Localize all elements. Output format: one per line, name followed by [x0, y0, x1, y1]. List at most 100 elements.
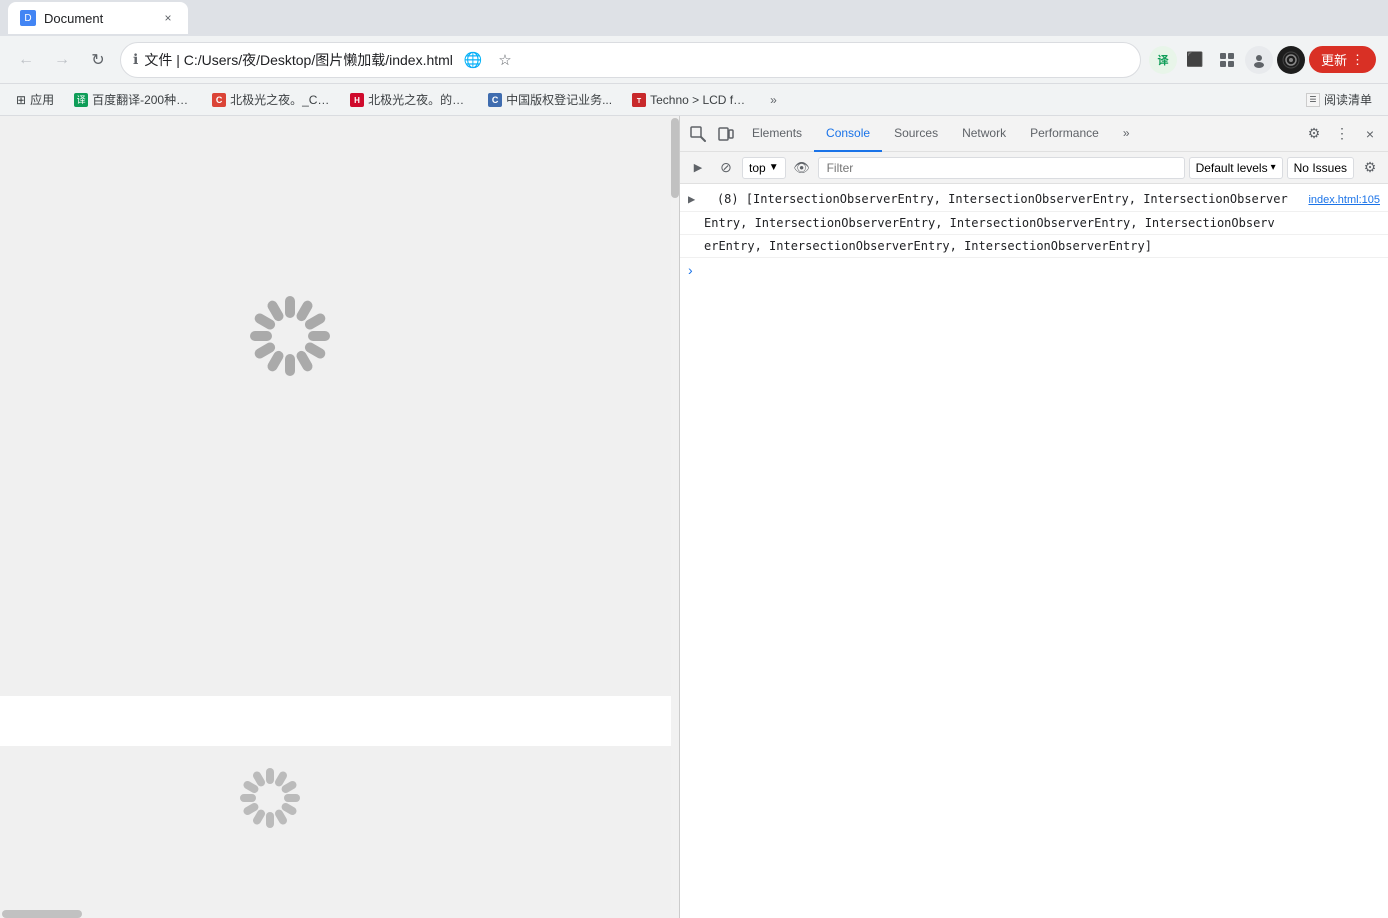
url-security-icon: ℹ [133, 51, 138, 68]
reload-icon: ↻ [91, 50, 104, 70]
tab-bar: D Document × [0, 0, 1388, 36]
huawei-bm-icon: H [350, 93, 364, 107]
console-filter-block-btn[interactable]: ⊘ [714, 156, 738, 180]
extensions-mgr-btn[interactable] [1213, 46, 1241, 74]
bookmark-translate[interactable]: 译 百度翻译-200种语... [66, 89, 200, 110]
translate-ext-btn[interactable]: 译 [1149, 46, 1177, 74]
webpage-top-section [0, 116, 679, 696]
context-arrow: ▼ [769, 162, 779, 173]
scrollbar-thumb[interactable] [671, 118, 679, 198]
reload-button[interactable]: ↻ [84, 46, 112, 74]
default-levels-btn[interactable]: Default levels ▾ [1189, 157, 1283, 179]
update-button[interactable]: 更新 ⋮ [1309, 46, 1376, 73]
devtools-tab-elements[interactable]: Elements [740, 116, 814, 152]
log-continuation-text-1: Entry, IntersectionObserverEntry, Inters… [704, 214, 1380, 232]
loading-spinner-2 [240, 768, 300, 828]
console-prompt-icon: › [688, 262, 693, 278]
close-icon: × [1366, 126, 1374, 142]
apps-grid-icon: ⊞ [16, 93, 26, 107]
tab-close-btn[interactable]: × [160, 10, 176, 26]
csdn-bm-icon: C [212, 93, 226, 107]
console-log-line: ▶ (8) [IntersectionObserverEntry, Inters… [680, 188, 1388, 212]
bookmark-btn[interactable]: ☆ [491, 46, 519, 74]
console-secondary-toolbar: ▶ ⊘ top ▼ 👁 Default levels ▾ No Issues ⚙ [680, 152, 1388, 184]
devtools-tab-more[interactable]: » [1111, 116, 1142, 152]
bookmark-huawei-blog[interactable]: H 北极光之夜。的博客 [342, 89, 476, 110]
devtools-close-btn[interactable]: × [1356, 120, 1384, 148]
main-area: Elements Console Sources Network Perform… [0, 116, 1388, 918]
more-icon: ⋮ [1335, 125, 1349, 142]
console-log-continuation-2: erEntry, IntersectionObserverEntry, Inte… [680, 235, 1388, 258]
webpage-area [0, 116, 680, 918]
svg-text:H: H [354, 96, 360, 105]
bookmark-beiji-csdn[interactable]: C 北极光之夜。_CSD... [204, 89, 338, 110]
console-prompt-line[interactable]: › [680, 258, 1388, 282]
console-filter-input[interactable] [818, 157, 1185, 179]
bookmark-copyright[interactable]: C 中国版权登记业务... [480, 89, 620, 110]
no-issues-label: No Issues [1294, 161, 1347, 175]
expand-arrow[interactable]: ▶ [688, 192, 695, 206]
translate-bm-icon: 译 [74, 93, 88, 107]
context-value: top [749, 161, 766, 175]
console-settings-btn[interactable]: ⚙ [1358, 156, 1382, 180]
device-toolbar-btn[interactable] [712, 120, 740, 148]
webpage-bottom-section [0, 746, 679, 918]
more-bookmarks-icon: » [770, 93, 777, 107]
default-levels-label: Default levels [1196, 161, 1268, 175]
devtools-settings-btn[interactable]: ⚙ [1300, 120, 1328, 148]
back-button[interactable]: ← [12, 46, 40, 74]
scrollbar-corner [671, 910, 679, 918]
webpage-horizontal-scrollbar[interactable] [0, 910, 671, 918]
address-bar: ← → ↻ ℹ 文件 | C:/Users/夜/Desktop/图片懒加载/in… [0, 36, 1388, 84]
console-execute-btn[interactable]: ▶ [686, 156, 710, 180]
filmic-ext-btn[interactable] [1277, 46, 1305, 74]
forward-button[interactable]: → [48, 46, 76, 74]
bookmark-reading-list[interactable]: ☰ 阅读清单 [1298, 89, 1380, 110]
console-log-text: ▶ (8) [IntersectionObserverEntry, Inters… [688, 190, 1308, 208]
no-issues-btn[interactable]: No Issues [1287, 157, 1354, 179]
bookmark-techno[interactable]: T Techno > LCD fon... [624, 91, 758, 109]
log-content-1: (8) [IntersectionObserverEntry, Intersec… [717, 192, 1288, 206]
context-selector[interactable]: top ▼ [742, 157, 786, 179]
profile-btn[interactable] [1245, 46, 1273, 74]
eye-btn[interactable]: 👁 [790, 156, 814, 180]
devtools-panel: Elements Console Sources Network Perform… [680, 116, 1388, 918]
settings-icon: ⚙ [1308, 125, 1321, 142]
devtools-toolbar: Elements Console Sources Network Perform… [680, 116, 1388, 152]
tab-title: Document [44, 11, 103, 26]
console-source-link[interactable]: index.html:105 [1308, 190, 1380, 209]
devtools-tab-performance[interactable]: Performance [1018, 116, 1111, 152]
screen-ocr-btn[interactable]: ⬛ [1181, 46, 1209, 74]
devtools-tab-network[interactable]: Network [950, 116, 1018, 152]
translate-page-btn[interactable]: 🌐 [459, 46, 487, 74]
console-output: ▶ (8) [IntersectionObserverEntry, Inters… [680, 184, 1388, 918]
webpage-vertical-scrollbar[interactable] [671, 116, 679, 918]
url-bar[interactable]: ℹ 文件 | C:/Users/夜/Desktop/图片懒加载/index.ht… [120, 42, 1141, 78]
bookmark-apps[interactable]: ⊞ 应用 [8, 89, 62, 110]
browser-chrome: D Document × ← → ↻ ℹ 文件 | C:/Users/夜/Des… [0, 0, 1388, 116]
extensions-area: 译 ⬛ 更新 ⋮ [1149, 46, 1376, 74]
devtools-more-btn[interactable]: ⋮ [1328, 120, 1356, 148]
forward-icon: → [54, 51, 70, 69]
devtools-tab-sources[interactable]: Sources [882, 116, 950, 152]
svg-text:T: T [637, 98, 642, 105]
console-log-continuation-1: Entry, IntersectionObserverEntry, Inters… [680, 212, 1388, 235]
copyright-bm-icon: C [488, 93, 502, 107]
webpage-white-section [0, 696, 679, 746]
default-levels-arrow: ▾ [1271, 162, 1276, 173]
log-continuation-text-2: erEntry, IntersectionObserverEntry, Inte… [704, 237, 1380, 255]
reading-list-icon: ☰ [1306, 93, 1320, 107]
back-icon: ← [18, 51, 34, 69]
bookmark-more[interactable]: » [762, 91, 785, 109]
bookmarks-bar: ⊞ 应用 译 百度翻译-200种语... C 北极光之夜。_CSD... H 北… [0, 84, 1388, 116]
tab-favicon: D [20, 10, 36, 26]
update-label: 更新 [1321, 50, 1347, 69]
url-actions: 🌐 ☆ [459, 46, 519, 74]
active-tab[interactable]: D Document × [8, 2, 188, 34]
devtools-tab-console[interactable]: Console [814, 116, 882, 152]
techno-bm-icon: T [632, 93, 646, 107]
console-settings-icon: ⚙ [1364, 159, 1377, 176]
h-scrollbar-thumb[interactable] [2, 910, 82, 918]
update-more-icon: ⋮ [1351, 52, 1364, 68]
inspect-element-btn[interactable] [684, 120, 712, 148]
